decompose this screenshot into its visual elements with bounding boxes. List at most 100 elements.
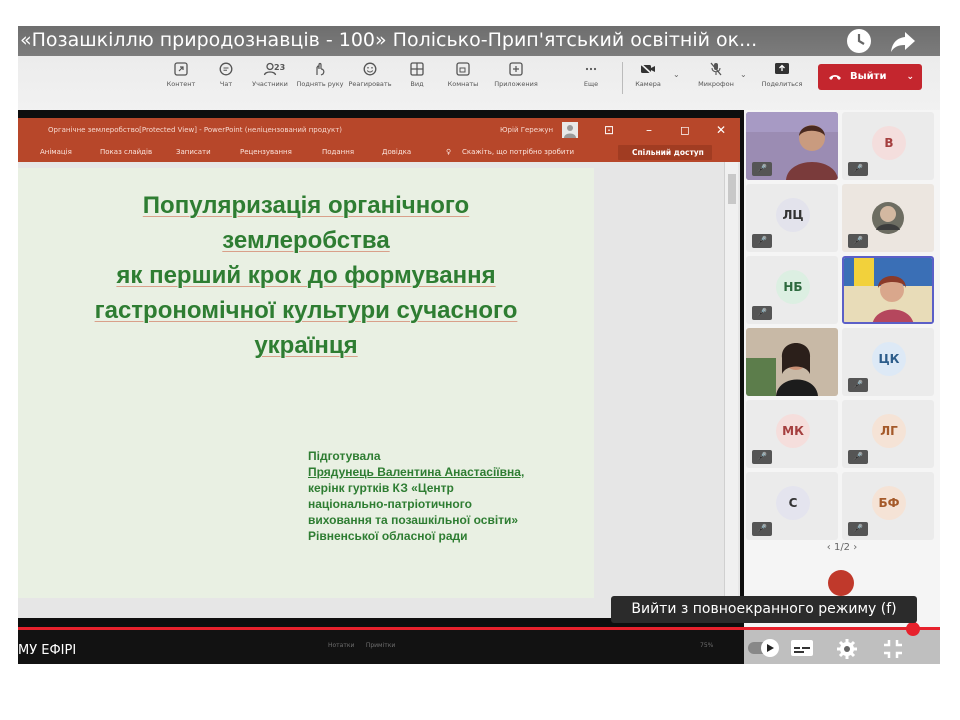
participant-avatar: В (872, 126, 906, 160)
grid-pagination[interactable]: ‹ 1/2 › (744, 542, 940, 553)
participant-mic-off-icon: 🎤 (848, 162, 868, 176)
participant-mic-off-icon: 🎤 (848, 522, 868, 536)
participant-mic-off-icon: 🎤 (848, 234, 868, 248)
minimize-icon[interactable]: – (646, 118, 652, 142)
participant-tile[interactable]: 🎤 (746, 112, 838, 180)
participant-mic-off-icon: 🎤 (752, 522, 772, 536)
toolbar-share-button[interactable]: Поделиться (756, 62, 808, 88)
participant-avatar: МК (776, 414, 810, 448)
ppt-title-bar: Органічне землеробство[Protected View] -… (18, 118, 740, 142)
slide-title-line: Популяризація органічного (142, 192, 470, 219)
slide-title: Популяризація органічного землеробства я… (18, 188, 594, 363)
slide-canvas[interactable]: Популяризація органічного землеробства я… (18, 168, 594, 598)
video-title: «Позашкіллю природознавців - 100» Полісь… (20, 29, 758, 51)
subtitles-icon (791, 640, 813, 656)
rooms-icon (456, 62, 470, 76)
participant-tile[interactable]: С 🎤 (746, 472, 838, 540)
autoplay-toggle-icon (748, 639, 779, 657)
ladybug-sticker-icon (828, 570, 854, 596)
tab-animation[interactable]: Анімація (40, 142, 72, 162)
author-line: керінк гуртків КЗ «Центр (308, 481, 454, 495)
toolbar-rooms-button[interactable]: Комнаты (437, 62, 489, 88)
next-page-icon[interactable]: › (853, 542, 857, 553)
close-icon[interactable]: ✕ (716, 118, 726, 142)
participant-tile[interactable]: ЛЦ 🎤 (746, 184, 838, 252)
participant-tile[interactable]: ЛГ 🎤 (842, 400, 934, 468)
tell-me-search[interactable]: Скажіть, що потрібно зробити (462, 142, 574, 162)
meeting-stage: Органічне землеробство[Protected View] -… (18, 110, 940, 664)
video-title-bar: «Позашкіллю природознавців - 100» Полісь… (18, 26, 940, 56)
toolbar-participants-button[interactable]: 23 Участники (244, 62, 296, 88)
toolbar-react-button[interactable]: Реагировать (344, 62, 396, 88)
autoplay-toggle[interactable] (746, 638, 782, 662)
participant-mic-off-icon: 🎤 (752, 450, 772, 464)
settings-button[interactable] (836, 638, 858, 664)
participant-tile[interactable]: 🎤 (842, 184, 934, 252)
toolbar-apps-button[interactable]: Приложения (490, 62, 542, 88)
camera-options-chevron-icon[interactable]: ⌄ (673, 70, 680, 79)
progress-scrubber[interactable] (906, 622, 920, 636)
participant-tile[interactable]: В 🎤 (842, 112, 934, 180)
exit-fullscreen-button[interactable] (882, 638, 904, 664)
participant-avatar: ЛЦ (776, 198, 810, 232)
watch-later-icon[interactable] (844, 26, 874, 56)
slide-author-block: Підготувала Прядунець Валентина Анастасі… (308, 448, 588, 544)
tab-record[interactable]: Записати (176, 142, 211, 162)
progress-bar[interactable] (18, 627, 940, 630)
view-icon (410, 62, 424, 76)
subtitles-button[interactable] (790, 638, 814, 662)
participant-mic-off-icon: 🎤 (752, 234, 772, 248)
participant-mic-off-icon: 🎤 (752, 162, 772, 176)
maximize-icon[interactable]: ◻ (680, 118, 690, 142)
participant-tile[interactable]: НБ 🎤 (746, 256, 838, 324)
toolbar-raise-hand-button[interactable]: Поднять руку (294, 62, 346, 88)
phone-hangup-icon (829, 75, 841, 80)
tab-review[interactable]: Рецензування (240, 142, 292, 162)
tab-slideshow[interactable]: Показ слайдів (100, 142, 152, 162)
raise-hand-icon (316, 62, 325, 76)
author-line: національно-патріотичного (308, 497, 472, 511)
ppt-user-avatar[interactable] (562, 122, 578, 138)
participant-tile[interactable]: БФ 🎤 (842, 472, 934, 540)
leave-call-label: Выйти (850, 71, 887, 82)
share-icon (775, 63, 789, 74)
participant-tile[interactable] (746, 328, 838, 396)
toolbar-mic-button[interactable]: Микрофон (690, 62, 742, 88)
scrollbar-thumb[interactable] (728, 174, 736, 204)
video-player[interactable]: «Позашкіллю природознавців - 100» Полісь… (18, 26, 940, 664)
share-arrow-icon[interactable] (888, 26, 918, 56)
tab-help[interactable]: Довідка (382, 142, 411, 162)
ribbon-display-icon[interactable]: ⊡ (604, 118, 614, 142)
toolbar-camera-button[interactable]: Камера (622, 62, 674, 88)
participant-tile-active-speaker[interactable] (842, 256, 934, 324)
participant-avatar: НБ (776, 270, 810, 304)
tab-view[interactable]: Подання (322, 142, 354, 162)
prev-page-icon[interactable]: ‹ (827, 542, 831, 553)
ppt-user-name: Юрій Гережун (500, 126, 554, 134)
share-content-icon (174, 62, 188, 76)
slide-title-line: українця (254, 332, 358, 359)
leave-call-button[interactable]: Выйти ⌄ (818, 64, 922, 90)
participant-mic-off-icon: 🎤 (848, 378, 868, 392)
slide-title-line: землеробства (222, 227, 390, 254)
participant-avatar: БФ (872, 486, 906, 520)
page-indicator: 1/2 (833, 542, 851, 553)
participant-tile[interactable]: МК 🎤 (746, 400, 838, 468)
toolbar-view-button[interactable]: Вид (391, 62, 443, 88)
author-line: Прядунець Валентина Анастасіївна, (308, 465, 525, 479)
ppt-share-button[interactable]: Спільний доступ (618, 145, 712, 160)
mic-options-chevron-icon[interactable]: ⌄ (740, 70, 747, 79)
lightbulb-icon: ♀ (446, 148, 452, 156)
ppt-vertical-scrollbar[interactable] (724, 162, 738, 618)
ppt-document-title: Органічне землеробство[Protected View] -… (48, 126, 343, 134)
ppt-ribbon-tabs: Анімація Показ слайдів Записати Рецензув… (18, 142, 740, 162)
toolbar-more-button[interactable]: Еще (565, 62, 617, 88)
chat-icon (219, 62, 233, 76)
gear-icon (837, 639, 857, 659)
leave-chevron-icon: ⌄ (906, 72, 914, 82)
participant-video-icon (844, 258, 932, 322)
live-label: МУ ЕФІРІ (18, 643, 77, 658)
participant-tile[interactable]: ЦК 🎤 (842, 328, 934, 396)
ppt-editor: Популяризація органічного землеробства я… (18, 162, 740, 618)
author-line: виховання та позашкільної освіти» (308, 513, 519, 527)
